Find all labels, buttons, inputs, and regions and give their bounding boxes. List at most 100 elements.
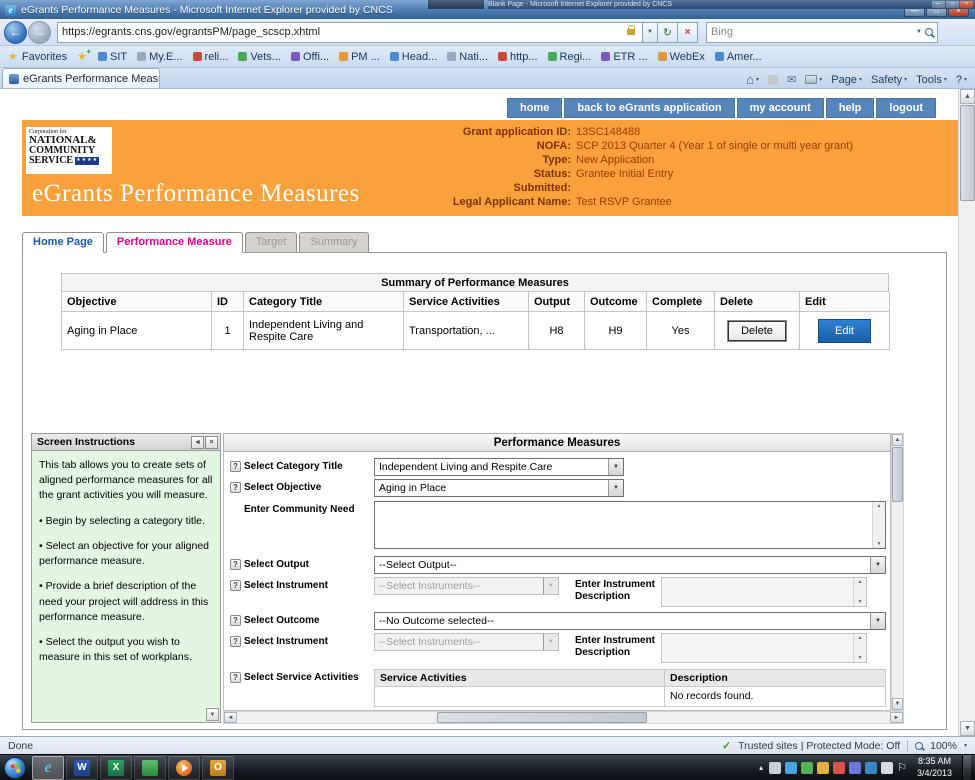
tray-icon[interactable]: [833, 762, 845, 774]
help-icon[interactable]: ?: [230, 482, 241, 493]
favorite-link[interactable]: Vets...: [233, 46, 286, 67]
tray-icon[interactable]: [785, 762, 797, 774]
tab-performance-measure[interactable]: Performance Measure: [106, 232, 243, 253]
taskbar-word-button[interactable]: W: [66, 756, 98, 780]
bg-close-button[interactable]: ×: [960, 1, 973, 8]
favorite-link[interactable]: PM ...: [334, 46, 385, 67]
taskbar-clock[interactable]: 8:35 AM 3/4/2013: [917, 756, 952, 779]
hidden-icons-button[interactable]: ▴: [759, 763, 763, 772]
chevron-down-icon[interactable]: ▼: [870, 613, 885, 629]
form-vertical-scrollbar[interactable]: ▲ ▼: [891, 433, 904, 711]
page-menu-button[interactable]: Page▾: [831, 74, 862, 86]
taskbar-ie-button[interactable]: e: [32, 756, 64, 780]
community-need-textarea[interactable]: ▲▼: [374, 501, 886, 549]
refresh-button[interactable]: ↻: [658, 22, 678, 43]
scroll-down-button[interactable]: ▼: [892, 698, 903, 710]
help-icon[interactable]: ?: [230, 559, 241, 570]
url-input[interactable]: [62, 26, 624, 38]
favorite-link[interactable]: Offi...: [286, 46, 334, 67]
taskbar-outlook-button[interactable]: O: [202, 756, 234, 780]
favorite-link[interactable]: http...: [493, 46, 543, 67]
scroll-right-button[interactable]: ►: [890, 712, 903, 723]
bg-minimize-button[interactable]: —: [932, 1, 945, 8]
tray-icon[interactable]: [881, 762, 893, 774]
output-select[interactable]: --Select Output--▼: [374, 556, 886, 574]
favorite-link[interactable]: My.E...: [132, 46, 187, 67]
edit-button[interactable]: Edit: [818, 319, 871, 343]
read-mail-button[interactable]: ✉: [787, 73, 796, 86]
favorite-link[interactable]: Nati...: [442, 46, 493, 67]
print-button[interactable]: ▾: [805, 75, 822, 84]
chevron-down-icon[interactable]: ▼: [608, 459, 623, 475]
search-icon[interactable]: [925, 28, 933, 36]
search-input[interactable]: [711, 26, 913, 38]
scrollbar-thumb[interactable]: [437, 712, 647, 723]
print-dropdown-icon[interactable]: ▾: [819, 76, 822, 83]
help-icon[interactable]: ?: [230, 672, 241, 683]
background-window-fragment[interactable]: [428, 0, 484, 9]
show-desktop-button[interactable]: [962, 755, 971, 780]
nav-back-to-egrants-button[interactable]: back to eGrants application: [564, 98, 734, 118]
favorite-link[interactable]: Regi...: [543, 46, 597, 67]
textarea-scrollbar[interactable]: ▲▼: [872, 502, 885, 548]
security-zone-text[interactable]: Trusted sites | Protected Mode: Off: [738, 740, 900, 752]
instructions-close-button[interactable]: ×: [205, 436, 218, 449]
back-button[interactable]: ←: [4, 21, 27, 44]
help-menu-button[interactable]: ?▾: [956, 74, 967, 86]
category-title-select[interactable]: Independent Living and Respite Care▼: [374, 458, 624, 476]
objective-select[interactable]: Aging in Place▼: [374, 479, 624, 497]
scroll-down-button[interactable]: ▼: [960, 721, 975, 736]
feeds-button[interactable]: [768, 75, 778, 85]
zoom-dropdown-icon[interactable]: ▾: [964, 742, 967, 749]
horizontal-scrollbar[interactable]: ◄ ►: [223, 711, 904, 724]
nav-logout-button[interactable]: logout: [876, 98, 936, 118]
outcome-select[interactable]: --No Outcome selected--▼: [374, 612, 886, 630]
favorite-link[interactable]: WebEx: [653, 46, 710, 67]
home-dropdown-icon[interactable]: ▾: [756, 76, 759, 83]
chevron-down-icon[interactable]: ▼: [870, 557, 885, 573]
search-dropdown-icon[interactable]: ▼: [916, 29, 922, 35]
tray-icon[interactable]: [849, 762, 861, 774]
zoom-icon[interactable]: [915, 742, 923, 750]
stop-button[interactable]: ×: [678, 22, 698, 43]
help-icon[interactable]: ?: [230, 636, 241, 647]
home-button[interactable]: ⌂▾: [746, 73, 759, 86]
instructions-collapse-button[interactable]: ◄: [191, 436, 204, 449]
favorites-button[interactable]: ★ Favorites: [0, 46, 75, 67]
scroll-left-button[interactable]: ◄: [224, 712, 237, 723]
url-field[interactable]: [57, 22, 643, 43]
nav-my-account-button[interactable]: my account: [737, 98, 824, 118]
taskbar-app-button[interactable]: [134, 756, 166, 780]
taskbar-excel-button[interactable]: X: [100, 756, 132, 780]
tray-icon[interactable]: [865, 762, 877, 774]
help-icon[interactable]: ?: [230, 461, 241, 472]
nav-home-button[interactable]: home: [507, 98, 562, 118]
tab-home-page[interactable]: Home Page: [22, 232, 104, 253]
scroll-up-button[interactable]: ▲: [960, 89, 975, 104]
page-vertical-scrollbar[interactable]: ▲ ▼: [958, 89, 975, 736]
add-favorite-button[interactable]: ★: [77, 50, 87, 63]
instructions-scroll-down-button[interactable]: ▼: [206, 708, 219, 721]
scroll-down-icon[interactable]: ▼: [877, 541, 882, 547]
browser-tab[interactable]: eGrants Performance Measures: [2, 68, 160, 88]
favorite-link[interactable]: reli...: [188, 46, 234, 67]
safety-menu-button[interactable]: Safety▾: [871, 74, 907, 86]
favorite-link[interactable]: Amer...: [710, 46, 767, 67]
forward-button[interactable]: →: [28, 21, 51, 44]
help-icon[interactable]: ?: [230, 615, 241, 626]
zoom-level[interactable]: 100%: [930, 740, 957, 752]
url-dropdown-button[interactable]: ▼: [643, 22, 658, 43]
action-center-flag-icon[interactable]: ⚐: [897, 761, 907, 774]
taskbar-media-button[interactable]: [168, 756, 200, 780]
favorite-link[interactable]: SIT: [93, 46, 132, 67]
tray-icon[interactable]: [817, 762, 829, 774]
delete-button[interactable]: Delete: [728, 321, 786, 341]
help-icon[interactable]: ?: [230, 580, 241, 591]
scroll-up-icon[interactable]: ▲: [877, 503, 882, 509]
chevron-down-icon[interactable]: ▼: [608, 480, 623, 496]
start-button[interactable]: [4, 757, 26, 779]
bg-maximize-button[interactable]: □: [946, 1, 959, 8]
scrollbar-thumb[interactable]: [960, 105, 975, 201]
favorite-link[interactable]: ETR ...: [596, 46, 652, 67]
scrollbar-thumb[interactable]: [892, 447, 903, 502]
